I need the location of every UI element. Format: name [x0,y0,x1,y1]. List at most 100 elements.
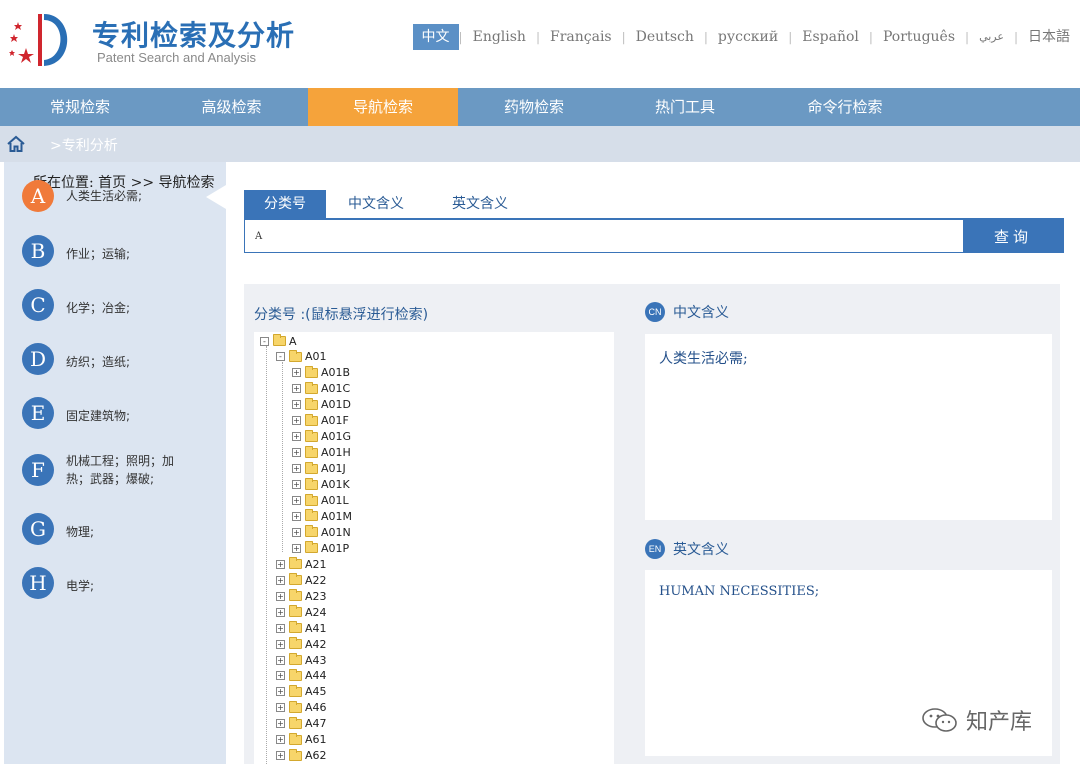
main-nav: 常规检索 高级检索 导航检索 药物检索 热门工具 命令行检索 [0,88,1080,126]
lang-zh[interactable]: 中文 [412,24,459,50]
collapse-icon[interactable]: - [260,336,269,346]
tree-node[interactable]: + A01L [292,493,349,509]
category-g[interactable]: G 物理; [22,513,194,545]
lang-fr[interactable]: Français [540,24,622,50]
expand-icon[interactable]: + [292,480,301,490]
tree-node-label: A01H [321,446,351,460]
folder-icon [305,461,318,474]
tree-node[interactable]: + A21 [276,556,327,572]
tab-chinese-meaning[interactable]: 中文含义 [326,190,426,218]
expand-icon[interactable]: + [292,511,301,521]
query-button[interactable]: 查询 [963,220,1063,252]
tree-node[interactable]: - A01 [276,349,327,365]
nav-regular-search[interactable]: 常规检索 [0,88,160,126]
expand-icon[interactable]: + [276,575,285,585]
tree-node[interactable]: + A43 [276,652,327,668]
tree-node[interactable]: + A44 [276,668,327,684]
tree-node[interactable]: + A01N [292,524,351,540]
tree-node[interactable]: + A01M [292,508,352,524]
tree-node-label: A22 [305,573,327,587]
search-input[interactable] [245,220,963,252]
tree-node[interactable]: -A [260,333,297,349]
expand-icon[interactable]: + [276,751,285,761]
tree-node[interactable]: + A62 [276,748,327,764]
tree-node[interactable]: + A61 [276,732,327,748]
folder-icon [305,445,318,458]
category-d[interactable]: D 纺织；造纸; [22,343,194,375]
expand-icon[interactable]: + [292,543,301,553]
patent-analysis-link[interactable]: >专利分析 [50,135,118,155]
tab-english-meaning[interactable]: 英文含义 [426,190,530,218]
expand-icon[interactable]: + [276,655,285,665]
lang-ja[interactable]: 日本語 [1018,24,1070,50]
lang-ar[interactable]: عربي [969,24,1014,50]
lang-en[interactable]: English [463,24,536,50]
collapse-icon[interactable]: - [276,352,285,362]
home-icon[interactable] [6,134,26,154]
expand-icon[interactable]: + [292,527,301,537]
category-letter: A [22,180,54,212]
category-a[interactable]: A 人类生活必需; [22,180,194,212]
folder-icon [305,397,318,410]
expand-icon[interactable]: + [292,400,301,410]
expand-icon[interactable]: + [292,432,301,442]
category-b[interactable]: B 作业；运输; [22,235,194,267]
tree-node[interactable]: + A24 [276,604,327,620]
tree-node[interactable]: + A01F [292,413,349,429]
tree-node[interactable]: + A41 [276,620,327,636]
expand-icon[interactable]: + [276,671,285,681]
expand-icon[interactable]: + [292,368,301,378]
folder-icon [289,573,302,586]
expand-icon[interactable]: + [292,384,301,394]
expand-icon[interactable]: + [276,719,285,729]
tree-node[interactable]: + A01J [292,461,346,477]
tree-node[interactable]: + A01K [292,477,350,493]
tree-node-label: A01J [321,462,346,476]
tree-node[interactable]: + A47 [276,716,327,732]
lang-es[interactable]: Español [792,24,869,50]
tab-classification[interactable]: 分类号 [244,190,326,218]
category-e[interactable]: E 固定建筑物; [22,397,194,429]
tree-node[interactable]: + A01G [292,429,351,445]
classification-tree: - A - A01 + A01B + A01C + A01D + A01F + A01G + A01H + A01… [254,332,614,764]
lang-de[interactable]: Deutsch [626,24,704,50]
tree-node[interactable]: + A01H [292,445,351,461]
nav-hot-tools[interactable]: 热门工具 [610,88,760,126]
nav-command-search[interactable]: 命令行检索 [760,88,930,126]
tree-node[interactable]: + A42 [276,636,327,652]
tree-node[interactable]: + A01D [292,397,351,413]
expand-icon[interactable]: + [276,703,285,713]
expand-icon[interactable]: + [292,448,301,458]
expand-icon[interactable]: + [276,639,285,649]
expand-icon[interactable]: + [292,464,301,474]
tree-node[interactable]: + A01C [292,381,350,397]
lang-pt[interactable]: Português [873,24,965,50]
category-h[interactable]: H 电学; [22,567,194,599]
tree-node[interactable]: + A22 [276,572,327,588]
nav-navigation-search[interactable]: 导航检索 [308,88,458,126]
tree-node[interactable]: + A23 [276,588,327,604]
expand-icon[interactable]: + [292,416,301,426]
expand-icon[interactable]: + [276,559,285,569]
nav-advanced-search[interactable]: 高级检索 [160,88,303,126]
expand-icon[interactable]: + [292,496,301,505]
wechat-icon [922,708,957,732]
en-meaning-title: 英文含义 [673,542,729,558]
tree-node[interactable]: + A45 [276,684,327,700]
expand-icon[interactable]: + [276,623,285,633]
expand-icon[interactable]: + [276,607,285,617]
category-letter: E [22,397,54,429]
tree-node[interactable]: + A01P [292,540,349,556]
expand-icon[interactable]: + [276,735,285,745]
category-c[interactable]: C 化学；冶金; [22,289,194,321]
breadcrumb-bar: >专利分析 [0,126,1080,162]
lang-ru[interactable]: русский [708,24,788,50]
category-letter: F [22,454,54,486]
tree-node[interactable]: + A01B [292,365,350,381]
category-f[interactable]: F 机械工程；照明；加热；武器；爆破; [22,452,194,488]
expand-icon[interactable]: + [276,591,285,601]
tree-node[interactable]: + A46 [276,700,327,716]
nav-drug-search[interactable]: 药物检索 [458,88,610,126]
expand-icon[interactable]: + [276,687,285,697]
folder-icon [289,557,302,570]
